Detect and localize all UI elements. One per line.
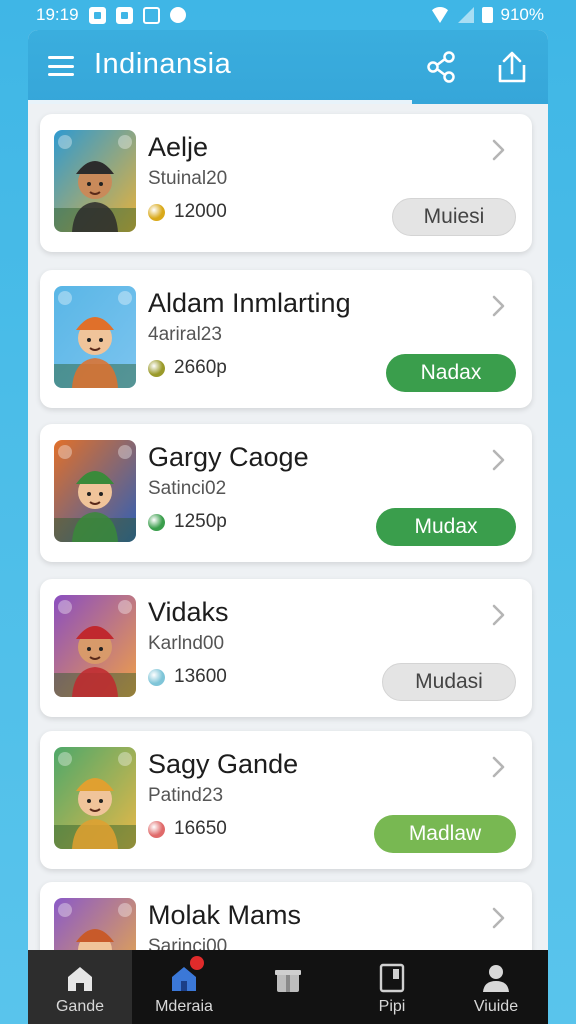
nav-item-viuide[interactable]: Viuide (444, 950, 548, 1024)
game-subtitle: Karlnd00 (148, 633, 225, 654)
game-title: Molak Mams (148, 900, 302, 930)
game-title: Aldam Inmlarting (148, 288, 351, 318)
nav-label: Viuide (473, 998, 519, 1015)
coin-icon (148, 669, 165, 686)
game-list-item[interactable]: Vidaks Karlnd00 13600 Mudasi (40, 579, 532, 717)
game-thumbnail-icon (54, 595, 136, 697)
game-list-item[interactable]: Aldam Inmlarting 4ariral23 2660p Nadax (40, 270, 532, 408)
coin-count: 2660p (174, 357, 227, 378)
chevron-right-icon[interactable] (486, 603, 510, 627)
chevron-right-icon[interactable] (486, 448, 510, 472)
gallery-notification-icon (88, 6, 106, 24)
notification-badge (190, 956, 204, 970)
game-list-item[interactable]: Sagy Gande Patind23 16650 Madlaw (40, 731, 532, 869)
coin-count: 13600 (174, 666, 227, 687)
app-window: Indinansia Aelje Stuinal20 12000 Muiesi Alda… (28, 30, 548, 1024)
nav-item-gift[interactable] (236, 950, 340, 1024)
nav-item-gande[interactable]: Gande (28, 950, 132, 1024)
share-icon[interactable] (424, 50, 458, 84)
home-icon (68, 967, 92, 991)
coin-icon (148, 514, 165, 531)
chevron-right-icon[interactable] (486, 294, 510, 318)
game-title: Aelje (148, 132, 209, 162)
action-button[interactable]: Mudasi (382, 663, 516, 701)
hamburger-menu-icon[interactable] (48, 56, 74, 76)
game-list-item[interactable]: Gargy Caoge Satinci02 1250p Mudax (40, 424, 532, 562)
game-thumbnail-icon (54, 130, 136, 232)
tab-indicator (28, 100, 412, 104)
app-header: Indinansia (28, 30, 548, 104)
coin-count: 12000 (174, 201, 227, 222)
action-button[interactable]: Mudax (376, 508, 516, 546)
game-subtitle: Patind23 (148, 785, 224, 806)
status-right: 910% (429, 5, 544, 25)
dot-notification-icon (169, 7, 186, 23)
status-bar: 19:19 910% (0, 0, 576, 30)
gift-icon (275, 970, 301, 992)
refresh-notification-icon (142, 6, 160, 24)
game-subtitle: Satinci02 (148, 478, 227, 499)
coin-icon (148, 204, 165, 221)
battery-icon (481, 7, 493, 23)
chevron-right-icon[interactable] (486, 138, 510, 162)
nav-label: Gande (55, 998, 105, 1015)
chevron-right-icon[interactable] (486, 906, 510, 930)
nav-item-mderaia[interactable]: Mderaia (132, 950, 236, 1024)
action-button[interactable]: Madlaw (374, 815, 516, 853)
nav-item-pipi[interactable]: Pipi (340, 950, 444, 1024)
game-subtitle: Stuinal20 (148, 168, 228, 189)
coin-count: 16650 (174, 818, 227, 839)
status-left: 19:19 (36, 5, 186, 25)
tablet-icon (379, 963, 405, 993)
nav-label: Mderaia (155, 998, 213, 1015)
app-title: Indinansia (94, 48, 232, 80)
profile-icon (483, 965, 509, 992)
wifi-icon (429, 7, 450, 23)
bottom-nav: Gande Mderaia Pipi Viuide (28, 950, 548, 1024)
signal-icon (457, 7, 474, 23)
game-thumbnail-icon (54, 286, 136, 388)
status-time: 19:19 (36, 5, 79, 24)
game-thumbnail-icon (54, 440, 136, 542)
media-notification-icon (115, 6, 133, 24)
coin-count: 1250p (174, 511, 227, 532)
game-subtitle: 4ariral23 (148, 324, 222, 345)
game-title: Sagy Gande (148, 749, 299, 779)
upload-icon[interactable] (494, 49, 530, 85)
coin-icon (148, 360, 165, 377)
action-button[interactable]: Nadax (386, 354, 516, 392)
game-list-item[interactable]: Aelje Stuinal20 12000 Muiesi (40, 114, 532, 252)
game-thumbnail-icon (54, 747, 136, 849)
action-button[interactable]: Muiesi (392, 198, 516, 236)
nav-label: Pipi (378, 998, 406, 1015)
game-title: Gargy Caoge (148, 442, 309, 472)
coin-icon (148, 821, 165, 838)
battery-percent: 910% (500, 5, 544, 24)
game-title: Vidaks (148, 597, 229, 627)
chevron-right-icon[interactable] (486, 755, 510, 779)
